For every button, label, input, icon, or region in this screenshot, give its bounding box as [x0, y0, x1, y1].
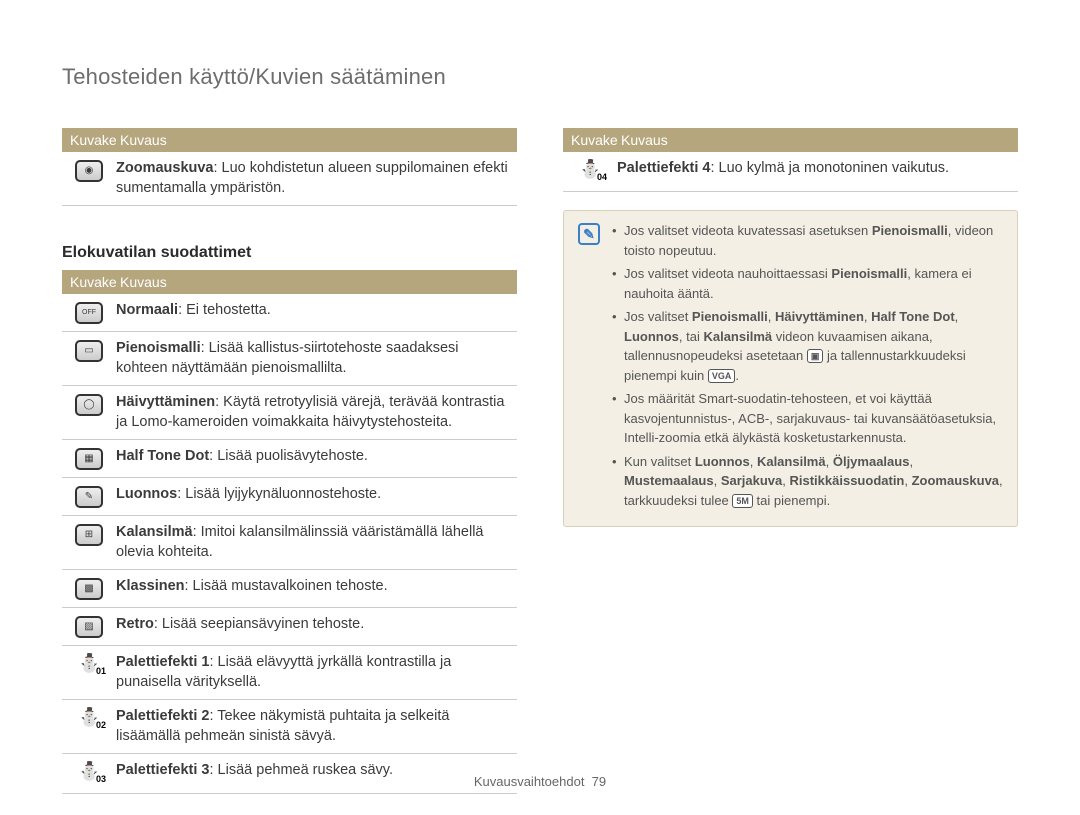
sketch-icon: ✎ [75, 486, 103, 508]
th-icon: Kuvake [563, 132, 617, 148]
table-row: ⛄ Palettiefekti 1: Lisää elävyyttä jyrkä… [62, 646, 517, 700]
table-row: ⛄ Palettiefekti 4: Luo kylmä ja monotoni… [563, 152, 1018, 192]
page-title: Tehosteiden käyttö/Kuvien säätäminen [62, 64, 1018, 90]
table-row: ▦ Half Tone Dot: Lisää puolisävytehoste. [62, 440, 517, 478]
th-desc: Kuvaus [116, 132, 517, 148]
palette2-icon: ⛄ [78, 708, 100, 732]
5m-icon: 5M [732, 494, 753, 508]
table-row: ⊞ Kalansilmä: Imitoi kalansilmälinssiä v… [62, 516, 517, 570]
effect-desc: Palettiefekti 1: Lisää elävyyttä jyrkäll… [116, 652, 517, 692]
effect-desc: Retro: Lisää seepiansävyinen tehoste. [116, 614, 517, 638]
table-header: Kuvake Kuvaus [62, 128, 517, 152]
footer-label: Kuvausvaihtoehdot [474, 774, 585, 789]
palette1-icon: ⛄ [78, 654, 100, 678]
fisheye-icon: ⊞ [75, 524, 103, 546]
effect-desc: Luonnos: Lisää lyijykynäluonnostehoste. [116, 484, 517, 508]
note-item: Jos valitset Pienoismalli, Häivyttäminen… [612, 307, 1005, 385]
note-icon: ✎ [578, 223, 600, 245]
th-icon: Kuvake [62, 274, 116, 290]
effect-icon: ◉ [62, 158, 116, 198]
table-row: OFF Normaali: Ei tehostetta. [62, 294, 517, 332]
table-row: ▨ Retro: Lisää seepiansävyinen tehoste. [62, 608, 517, 646]
effect-desc: Zoomauskuva: Luo kohdistetun alueen supp… [116, 158, 517, 198]
note-item: Kun valitset Luonnos, Kalansilmä, Öljyma… [612, 452, 1005, 511]
effect-desc: Half Tone Dot: Lisää puolisävytehoste. [116, 446, 517, 470]
note-item: Jos valitset videota kuvatessasi asetuks… [612, 221, 1005, 260]
table-row: ⛄ Palettiefekti 2: Tekee näkymistä puhta… [62, 700, 517, 754]
content-columns: Kuvake Kuvaus ◉ Zoomauskuva: Luo kohdist… [62, 128, 1018, 794]
palette4-icon: ⛄ [579, 160, 601, 184]
effect-desc: Palettiefekti 2: Tekee näkymistä puhtait… [116, 706, 517, 746]
right-column: Kuvake Kuvaus ⛄ Palettiefekti 4: Luo kyl… [563, 128, 1018, 794]
left-column: Kuvake Kuvaus ◉ Zoomauskuva: Luo kohdist… [62, 128, 517, 794]
zoom-picture-icon: ◉ [75, 160, 103, 182]
th-icon: Kuvake [62, 132, 116, 148]
effect-desc: Häivyttäminen: Käytä retrotyylisiä värej… [116, 392, 517, 432]
normal-icon: OFF [75, 302, 103, 324]
miniature-icon: ▭ [75, 340, 103, 362]
page-number: 79 [592, 774, 606, 789]
effect-desc: Palettiefekti 4: Luo kylmä ja monotonine… [617, 158, 1018, 184]
page-footer: Kuvausvaihtoehdot 79 [0, 774, 1080, 789]
th-desc: Kuvaus [617, 132, 1018, 148]
vignette-icon: ◯ [75, 394, 103, 416]
note-item: Jos valitset videota nauhoittaessasi Pie… [612, 264, 1005, 303]
effect-desc: Kalansilmä: Imitoi kalansilmälinssiä vää… [116, 522, 517, 562]
table-header: Kuvake Kuvaus [62, 270, 517, 294]
table-row: ▭ Pienoismalli: Lisää kallistus-siirtote… [62, 332, 517, 386]
retro-icon: ▨ [75, 616, 103, 638]
table-row: ▩ Klassinen: Lisää mustavalkoinen tehost… [62, 570, 517, 608]
table-row: ◯ Häivyttäminen: Käytä retrotyylisiä vär… [62, 386, 517, 440]
rec-speed-icon: ▣ [807, 349, 824, 363]
effect-desc: Klassinen: Lisää mustavalkoinen tehoste. [116, 576, 517, 600]
vga-icon: VGA [708, 369, 736, 383]
classic-icon: ▩ [75, 578, 103, 600]
section-title: Elokuvatilan suodattimet [62, 244, 517, 262]
note-item: Jos määrität Smart-suodatin-tehosteen, e… [612, 389, 1005, 448]
table-row: ◉ Zoomauskuva: Luo kohdistetun alueen su… [62, 152, 517, 206]
note-box: ✎ Jos valitset videota kuvatessasi asetu… [563, 210, 1018, 527]
halftone-icon: ▦ [75, 448, 103, 470]
th-desc: Kuvaus [116, 274, 517, 290]
table-header: Kuvake Kuvaus [563, 128, 1018, 152]
table-row: ✎ Luonnos: Lisää lyijykynäluonnostehoste… [62, 478, 517, 516]
note-list: Jos valitset videota kuvatessasi asetuks… [612, 221, 1005, 514]
effect-desc: Pienoismalli: Lisää kallistus-siirtoteho… [116, 338, 517, 378]
effect-desc: Normaali: Ei tehostetta. [116, 300, 517, 324]
